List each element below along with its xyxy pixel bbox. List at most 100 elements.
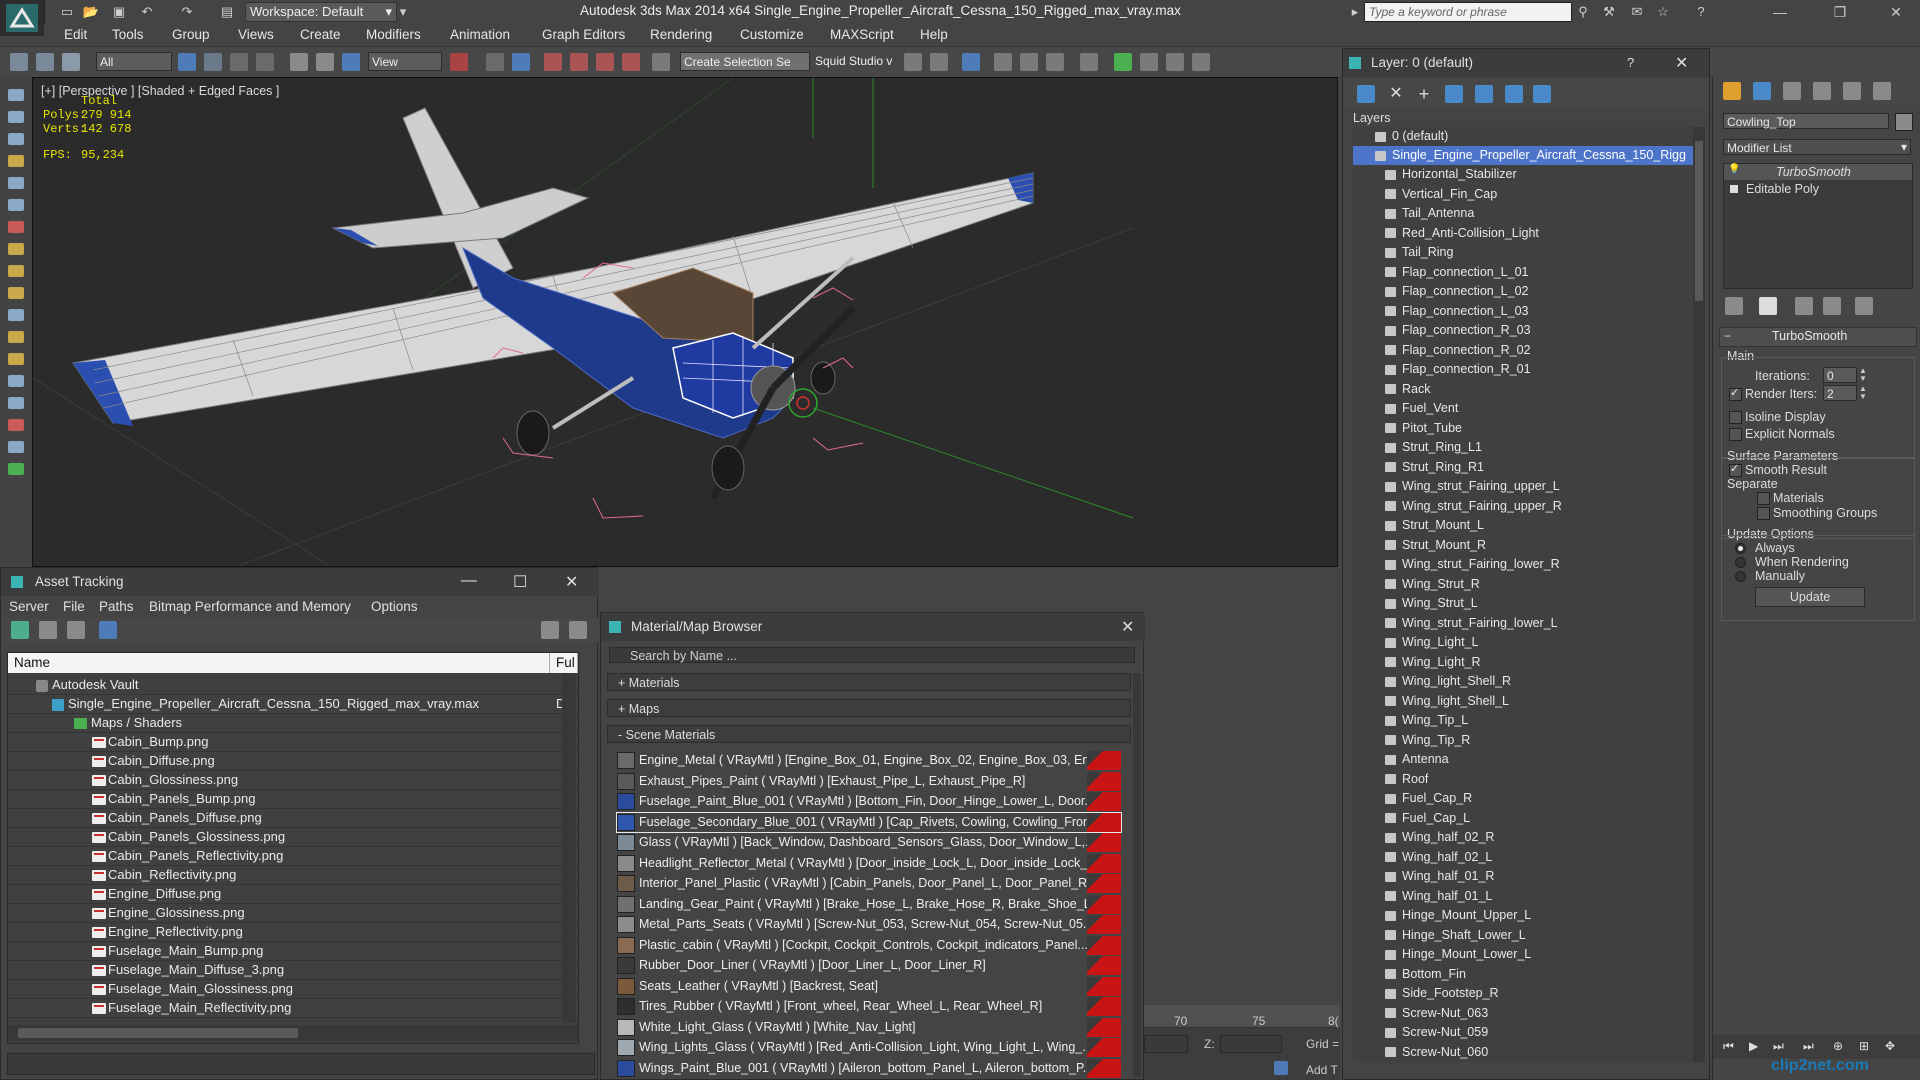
map-row[interactable]: Cabin_Panels_Bump.png [8,789,578,809]
menu-maxscript[interactable]: MAXScript [830,27,894,42]
material-row[interactable]: Landing_Gear_Paint ( VRayMtl ) [Brake_Ho… [617,894,1121,914]
vault-row[interactable]: Autodesk Vault [8,675,578,695]
layer-object-row[interactable]: Wing_Tip_R [1353,731,1699,750]
close-icon[interactable]: ✕ [1121,617,1134,637]
chevron-down-icon[interactable]: ▾ [394,3,412,21]
layer-object-row[interactable]: Screw-Nut_063 [1353,1004,1699,1023]
layer-object-row[interactable]: Screw-Nut_060 [1353,1043,1699,1062]
layer-object-row[interactable]: Vertical_Fin_Cap [1353,185,1699,204]
menu-customize[interactable]: Customize [740,27,804,42]
map-row[interactable]: Engine_Reflectivity.png [8,922,578,942]
squid-studio-button[interactable]: Squid Studio v [812,52,896,71]
material-row[interactable]: Wings_Paint_Blue_001 ( VRayMtl ) [Ailero… [617,1058,1121,1078]
layer-object-row[interactable]: Hinge_Mount_Upper_L [1353,906,1699,925]
rendered-frame-icon[interactable] [1140,53,1158,71]
layer-object-row[interactable]: Wing_light_Shell_R [1353,672,1699,691]
map-row[interactable]: Cabin_Bump.png [8,732,578,752]
select-object-icon[interactable] [178,53,196,71]
strip-tool-icon[interactable] [8,155,24,167]
material-row[interactable]: Metal_Parts_Seats ( VRayMtl ) [Screw-Nut… [617,915,1121,934]
menu-modifiers[interactable]: Modifiers [366,27,421,42]
layer-object-row[interactable]: Fuel_Cap_R [1353,789,1699,808]
workspace-dropdown[interactable]: Workspace: Default ▾ [245,2,397,22]
strip-tool-icon[interactable] [8,133,24,145]
layer-object-row[interactable]: Flap_connection_L_03 [1353,302,1699,321]
layers-icon[interactable] [1357,85,1375,103]
redo-icon[interactable]: ↷ [178,3,196,21]
layer-object-row[interactable]: Bottom_Fin [1353,965,1699,984]
always-radio[interactable] [1735,543,1746,554]
material-row[interactable]: Seats_Leather ( VRayMtl ) [Backrest, Sea… [617,976,1121,996]
table-view-icon[interactable] [99,621,117,639]
minimize-icon[interactable]: — [461,572,477,590]
spinner-arrows-icon[interactable]: ▲ ▼ [1859,385,1869,401]
close-icon[interactable]: ✕ [565,572,578,592]
show-end-result-icon[interactable] [1759,297,1777,315]
rect-selection-icon[interactable] [230,53,248,71]
layer-object-row[interactable]: Strut_Mount_L [1353,516,1699,535]
vertical-scrollbar[interactable] [1693,127,1705,1062]
scene-materials-section[interactable]: - Scene Materials [607,725,1131,743]
app-logo-button[interactable] [0,0,45,36]
refresh-icon[interactable] [11,621,29,639]
ribbon-toggle-icon[interactable] [994,53,1012,71]
smoothing-groups-checkbox[interactable] [1757,507,1770,520]
layer-object-row[interactable]: Horizontal_Stabilizer [1353,165,1699,184]
menu-rendering[interactable]: Rendering [650,27,712,42]
window-crossing-icon[interactable] [256,53,274,71]
rotate-icon[interactable] [316,53,334,71]
menu-create[interactable]: Create [300,27,341,42]
layer-object-row[interactable]: Tail_Ring [1353,243,1699,262]
layer-object-row[interactable]: Hinge_Mount_Lower_L [1353,945,1699,964]
time-ruler[interactable]: 70 75 8( [1144,1005,1340,1028]
render-iters-checkbox[interactable] [1729,386,1742,401]
hide-unhide-icon[interactable] [1533,85,1551,103]
map-row[interactable]: Cabin_Glossiness.png [8,770,578,790]
layer-object-row[interactable]: Strut_Ring_L1 [1353,438,1699,457]
named-selection-set-dropdown[interactable]: Create Selection Se [680,52,810,71]
layer-object-row[interactable]: Red_Anti-Collision_Light [1353,224,1699,243]
material-editor-icon[interactable] [1080,53,1098,71]
render-production-icon[interactable] [1166,53,1184,71]
spinner-snap-icon[interactable] [622,53,640,71]
layer-object-row[interactable]: Wing_Light_L [1353,633,1699,652]
map-row[interactable]: Engine_Diffuse.png [8,884,578,904]
layer-object-row[interactable]: Flap_connection_L_02 [1353,282,1699,301]
column-name-header[interactable]: Name [8,653,550,673]
layer-explorer-icon[interactable] [962,53,980,71]
asset-tracking-titlebar[interactable]: Asset Tracking — ☐ ✕ [1,568,599,596]
expand-icon[interactable] [1730,185,1738,193]
scale-icon[interactable] [342,53,360,71]
utilities-tab-icon[interactable] [1873,82,1891,100]
layer-object-row[interactable]: Wing_light_Shell_L [1353,692,1699,711]
material-row[interactable]: Plastic_cabin ( VRayMtl ) [Cockpit, Cock… [617,935,1121,955]
stack-item-editable-poly[interactable]: Editable Poly [1724,181,1912,197]
menu-server[interactable]: Server [9,599,49,614]
settings-icon[interactable] [569,621,587,639]
object-name-field[interactable]: Cowling_Top [1723,113,1889,129]
menu-group[interactable]: Group [172,27,210,42]
pan-icon[interactable]: ✥ [1885,1039,1895,1053]
layer-default-row[interactable]: 0 (default) [1353,127,1699,146]
materials-section[interactable]: + Materials [607,673,1131,691]
layer-object-row[interactable]: Wing_Strut_R [1353,575,1699,594]
strip-tool-icon[interactable] [8,397,24,409]
layer-object-row[interactable]: Wing_strut_Fairing_lower_R [1353,555,1699,574]
strip-tool-icon[interactable] [8,177,24,189]
viewport-label[interactable]: [+] [Perspective ] [Shaded + Edged Faces… [41,84,279,98]
layer-object-row[interactable]: Wing_strut_Fairing_upper_L [1353,477,1699,496]
material-browser-titlebar[interactable]: Material/Map Browser ✕ [601,613,1145,641]
favorites-star-icon[interactable]: ☆ [1654,3,1672,21]
menu-paths[interactable]: Paths [99,599,134,614]
map-row[interactable]: Cabin_Panels_Reflectivity.png [8,846,578,866]
menu-help[interactable]: Help [920,27,948,42]
reference-coordinate-dropdown[interactable]: View [368,52,442,71]
vertical-scrollbar[interactable] [1133,673,1141,1077]
render-setup-icon[interactable] [1114,53,1132,71]
strip-tool-icon[interactable] [8,353,24,365]
snaps-toggle-icon[interactable] [544,53,562,71]
layer-object-row[interactable]: Screw-Nut_059 [1353,1023,1699,1042]
material-row[interactable]: Wing_Lights_Glass ( VRayMtl ) [Red_Anti-… [617,1038,1121,1057]
search-arrow-icon[interactable]: ▸ [1346,3,1364,21]
material-row[interactable]: Exhaust_Pipes_Paint ( VRayMtl ) [Exhaust… [617,771,1121,791]
